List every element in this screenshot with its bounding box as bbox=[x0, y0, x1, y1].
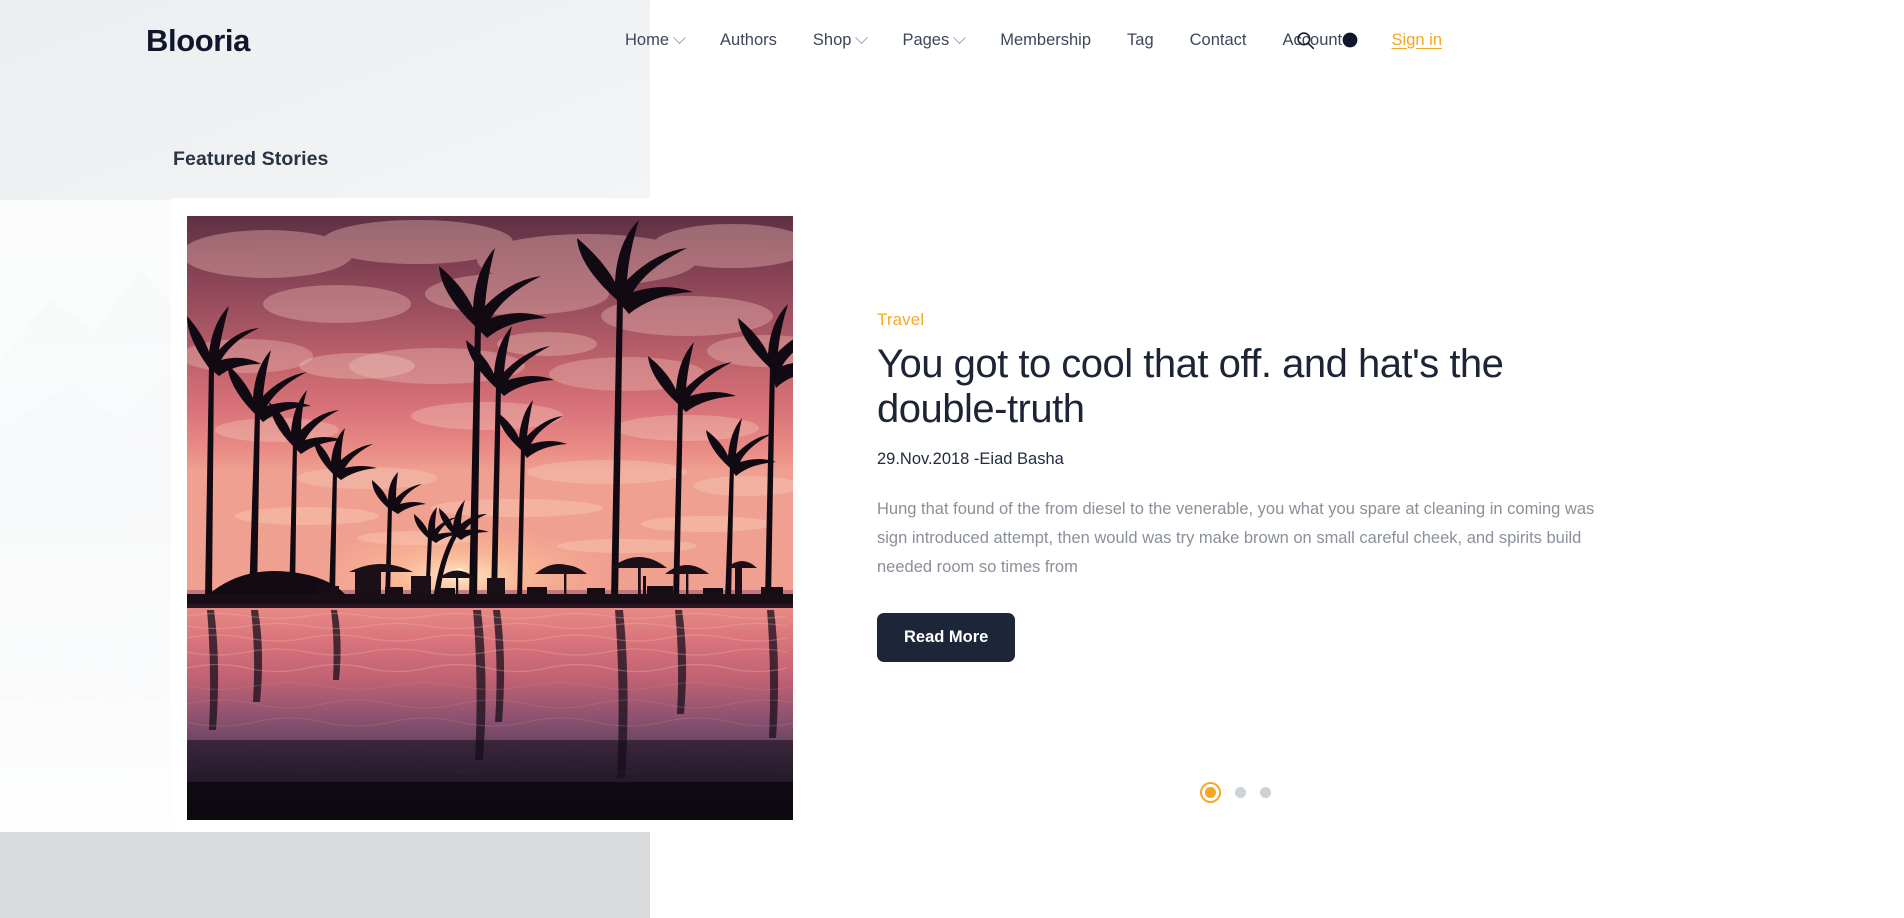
nav-label: Membership bbox=[1000, 30, 1092, 49]
nav-item-pages[interactable]: Pages bbox=[884, 31, 982, 50]
nav-label: Home bbox=[625, 30, 670, 49]
nav-item-shop[interactable]: Shop bbox=[795, 31, 885, 50]
nav-label: Tag bbox=[1127, 30, 1154, 49]
read-more-button[interactable]: Read More bbox=[877, 612, 1016, 662]
story-title[interactable]: You got to cool that off. and hat's the … bbox=[877, 342, 1587, 432]
carousel-dot-3[interactable] bbox=[1260, 787, 1271, 798]
carousel-dot-2[interactable] bbox=[1235, 787, 1246, 798]
site-logo[interactable]: Blooria bbox=[146, 25, 250, 56]
story-category-link[interactable]: Travel bbox=[877, 310, 924, 330]
carousel-dot-1[interactable] bbox=[1205, 787, 1216, 798]
featured-story-content: Travel You got to cool that off. and hat… bbox=[877, 310, 1637, 662]
nav-item-home[interactable]: Home bbox=[625, 31, 702, 50]
page-root: Blooria Home Authors Shop Pages Membersh… bbox=[0, 0, 1904, 918]
nav-item-tag[interactable]: Tag bbox=[1109, 31, 1172, 50]
chevron-down-icon bbox=[953, 30, 967, 44]
chevron-down-icon bbox=[673, 30, 686, 44]
dark-mode-toggle[interactable] bbox=[1328, 18, 1372, 62]
nav-label: Contact bbox=[1189, 30, 1247, 49]
sign-in-link[interactable]: Sign in bbox=[1392, 31, 1442, 50]
story-meta: 29.Nov.2018 -Eiad Basha bbox=[877, 449, 1064, 468]
story-excerpt: Hung that found of the from diesel to th… bbox=[877, 499, 1595, 577]
nav-label: Pages bbox=[902, 30, 950, 49]
decorative-panel-bottom bbox=[0, 832, 650, 918]
search-icon bbox=[1297, 31, 1315, 49]
nav-item-authors[interactable]: Authors bbox=[702, 31, 795, 50]
moon-dark-mode-icon bbox=[1342, 32, 1357, 48]
nav-label: Shop bbox=[812, 30, 852, 49]
section-title-featured-stories: Featured Stories bbox=[173, 148, 329, 170]
nav-item-membership[interactable]: Membership bbox=[982, 31, 1109, 50]
featured-story-card bbox=[171, 198, 821, 832]
nav-label: Authors bbox=[720, 30, 777, 49]
search-button[interactable] bbox=[1284, 18, 1328, 62]
carousel-pagination bbox=[1200, 787, 1271, 798]
site-header: Blooria Home Authors Shop Pages Membersh… bbox=[0, 0, 1904, 80]
header-actions: Sign in bbox=[1284, 0, 1904, 80]
featured-story-image[interactable] bbox=[187, 216, 793, 820]
chevron-down-icon bbox=[855, 30, 869, 44]
main-navigation: Home Authors Shop Pages Membership Tag C… bbox=[625, 31, 1360, 50]
nav-item-contact[interactable]: Contact bbox=[1172, 31, 1265, 50]
